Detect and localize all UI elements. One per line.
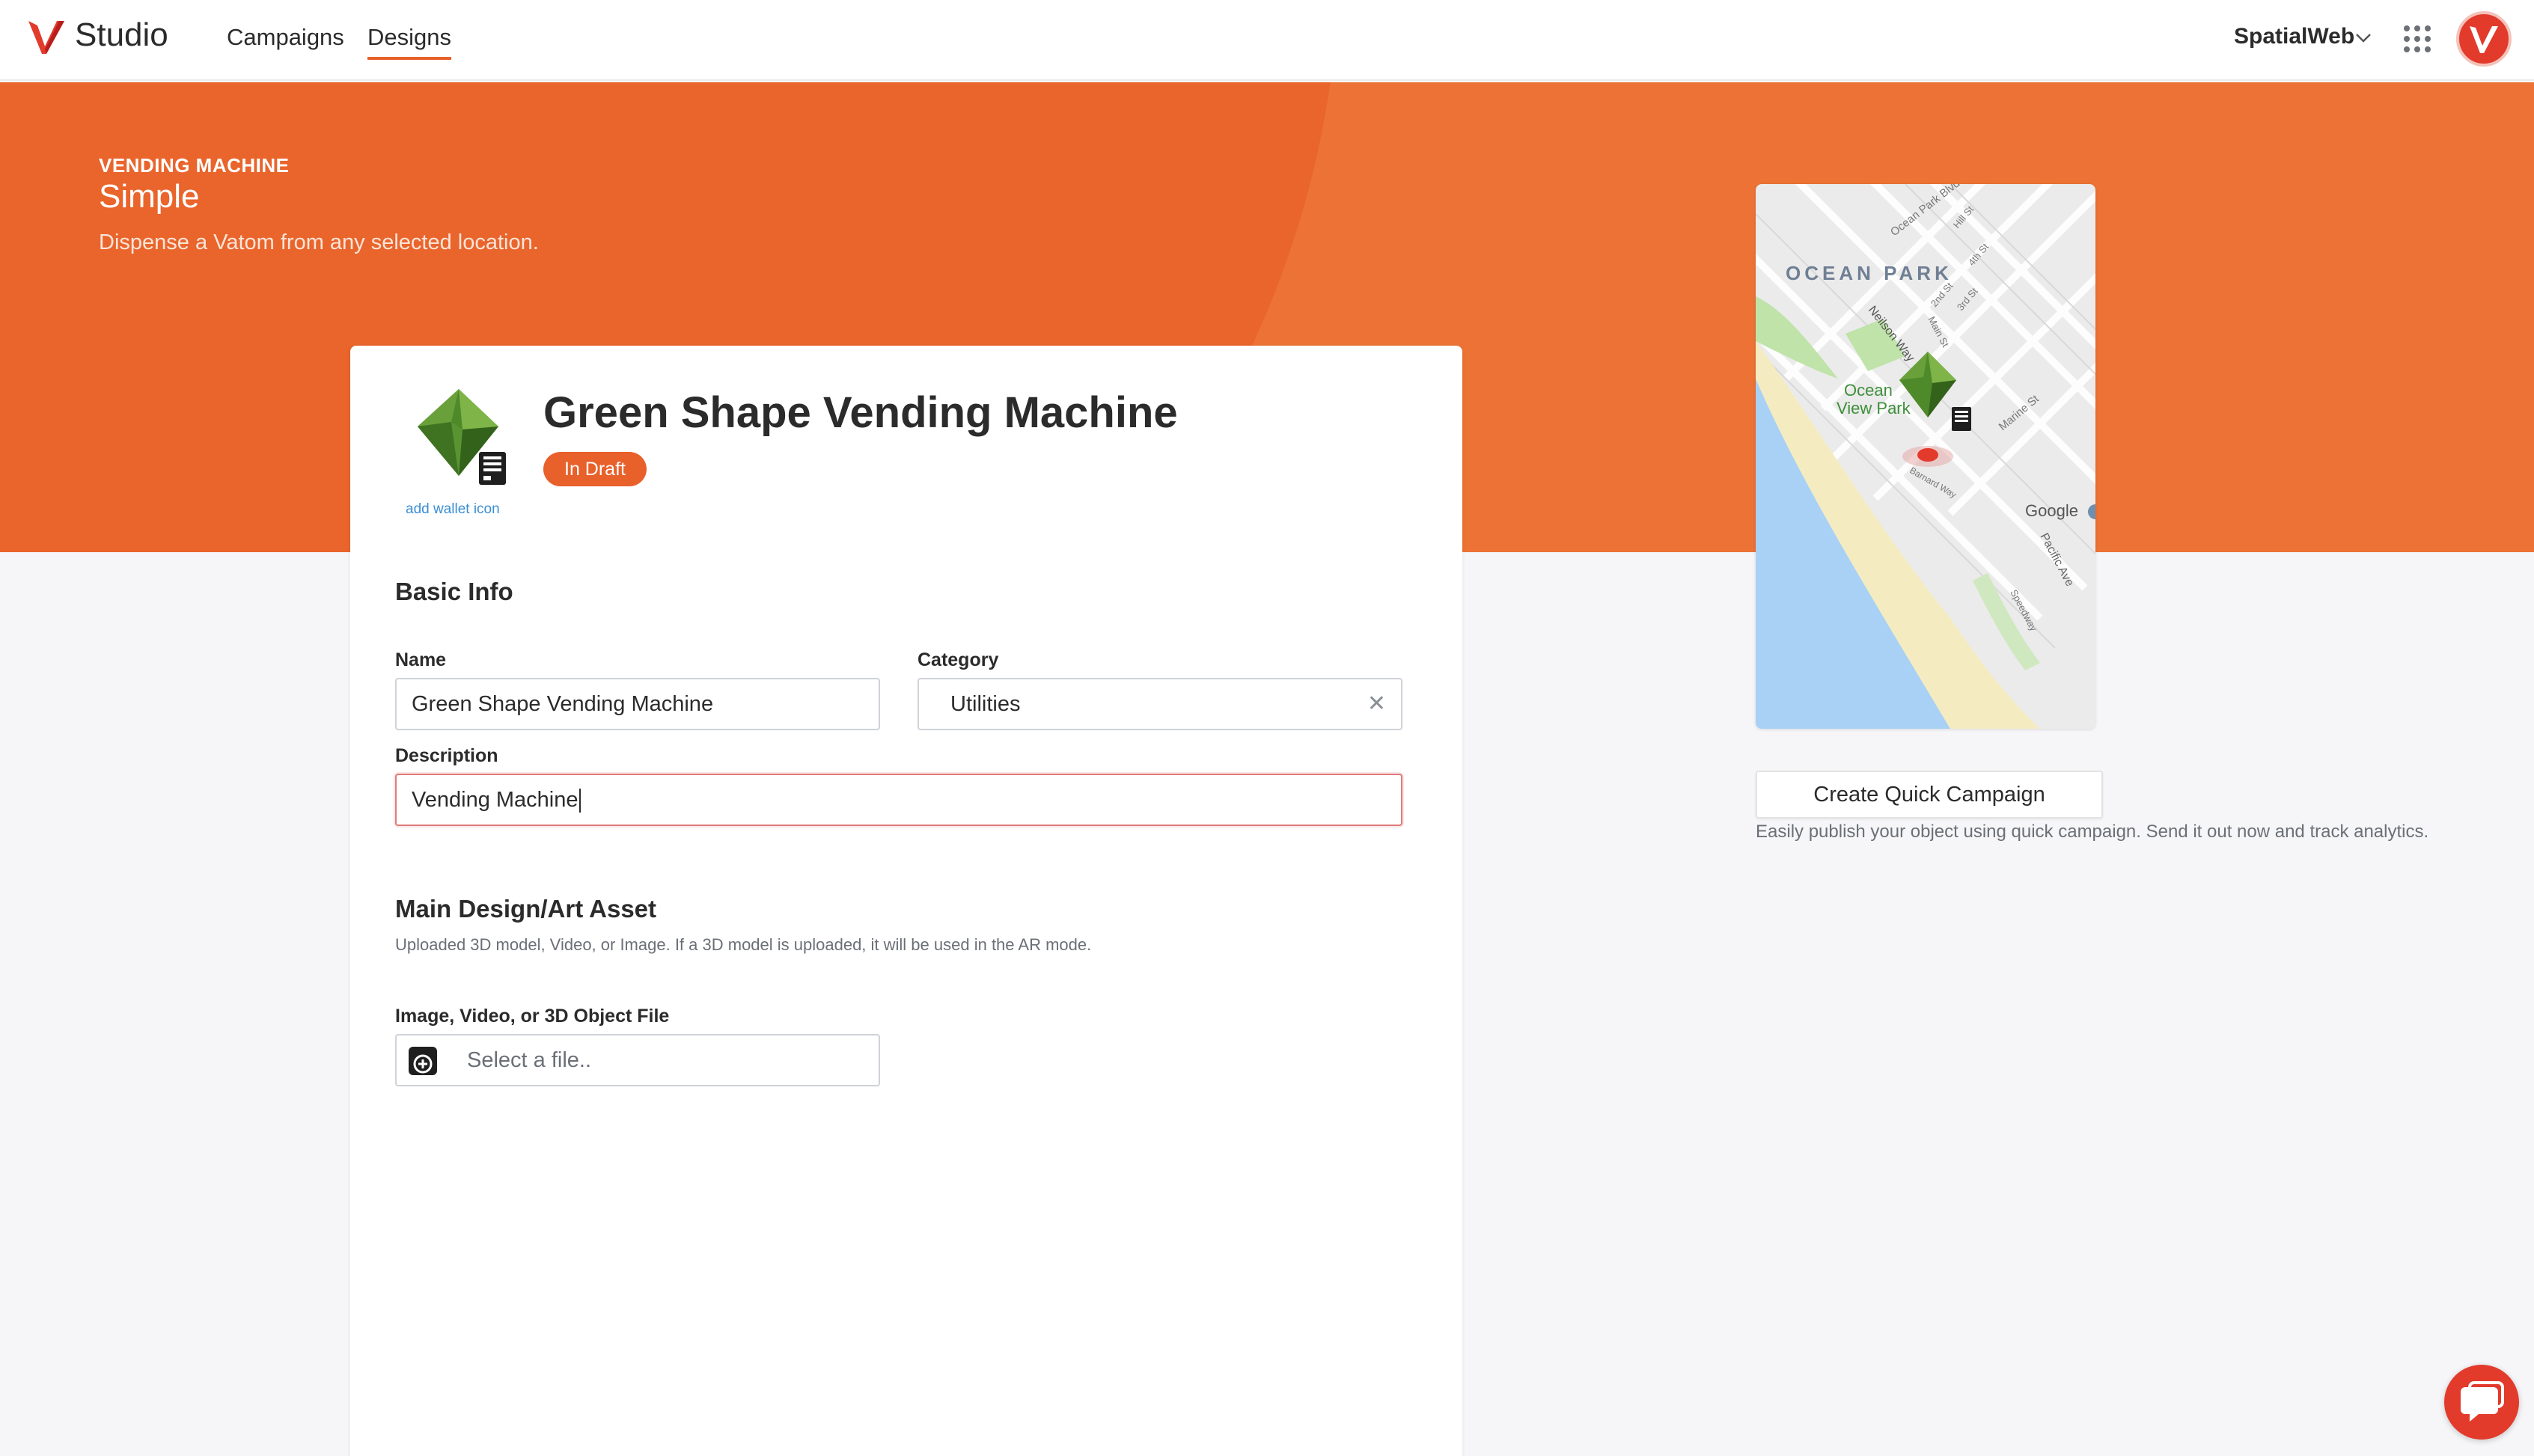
app-brand-name: Studio (75, 16, 168, 53)
chat-icon[interactable] (2444, 1365, 2519, 1440)
file-placeholder: Select a file.. (467, 1048, 592, 1072)
close-icon[interactable]: ✕ (1367, 679, 1386, 729)
nav-campaigns-link[interactable]: Campaigns (227, 24, 344, 51)
text-caret (578, 789, 581, 813)
nav-designs-link[interactable]: Designs (367, 24, 451, 60)
plus-icon[interactable] (409, 1047, 437, 1075)
file-picker[interactable]: Select a file.. (395, 1034, 880, 1086)
design-template-description: Dispense a Vatom from any selected locat… (99, 230, 539, 254)
add-wallet-icon-link[interactable]: add wallet icon (406, 501, 500, 518)
file-label: Image, Video, or 3D Object File (395, 1006, 670, 1027)
category-selected-value: Utilities (950, 692, 1021, 716)
org-switcher[interactable]: SpatialWeb (2234, 24, 2354, 49)
design-editor-card: add wallet icon Green Shape Vending Mach… (350, 346, 1462, 1456)
main-asset-heading: Main Design/Art Asset (395, 895, 657, 923)
description-value: Vending Machine (412, 788, 578, 812)
basic-info-heading: Basic Info (395, 578, 513, 605)
user-avatar-icon[interactable] (2456, 11, 2512, 67)
quick-campaign-note: Easily publish your object using quick c… (1756, 822, 2429, 842)
name-label: Name (395, 649, 447, 670)
design-title: Green Shape Vending Machine (543, 388, 1178, 437)
green-gem-icon[interactable] (410, 383, 507, 488)
vatom-logo-icon[interactable] (25, 16, 67, 58)
chevron-down-icon[interactable] (2354, 28, 2372, 46)
description-label: Description (395, 745, 498, 766)
status-badge: In Draft (543, 452, 647, 486)
name-field[interactable]: Green Shape Vending Machine (395, 678, 880, 730)
main-asset-note: Uploaded 3D model, Video, or Image. If a… (395, 935, 1092, 954)
description-field[interactable]: Vending Machine (395, 774, 1402, 826)
create-quick-campaign-button[interactable]: Create Quick Campaign (1756, 771, 2103, 819)
category-label: Category (918, 649, 999, 670)
vending-machine-icon (479, 452, 506, 485)
category-select[interactable]: Utilities ✕ (918, 678, 1402, 730)
design-type-label: VENDING MACHINE (99, 154, 290, 177)
map-canvas[interactable]: OCEAN PARK Ocean View Park Google Ocean P… (1756, 184, 2095, 729)
location-map[interactable]: OCEAN PARK Ocean View Park Google Ocean P… (1756, 184, 2095, 729)
design-template-title: Simple (99, 178, 200, 215)
top-navigation-bar: Studio Campaigns Designs SpatialWeb (0, 0, 2534, 81)
map-attribution: Google (2025, 501, 2078, 520)
apps-grid-icon[interactable] (2402, 24, 2432, 54)
map-area-label: OCEAN PARK (1786, 262, 1953, 284)
